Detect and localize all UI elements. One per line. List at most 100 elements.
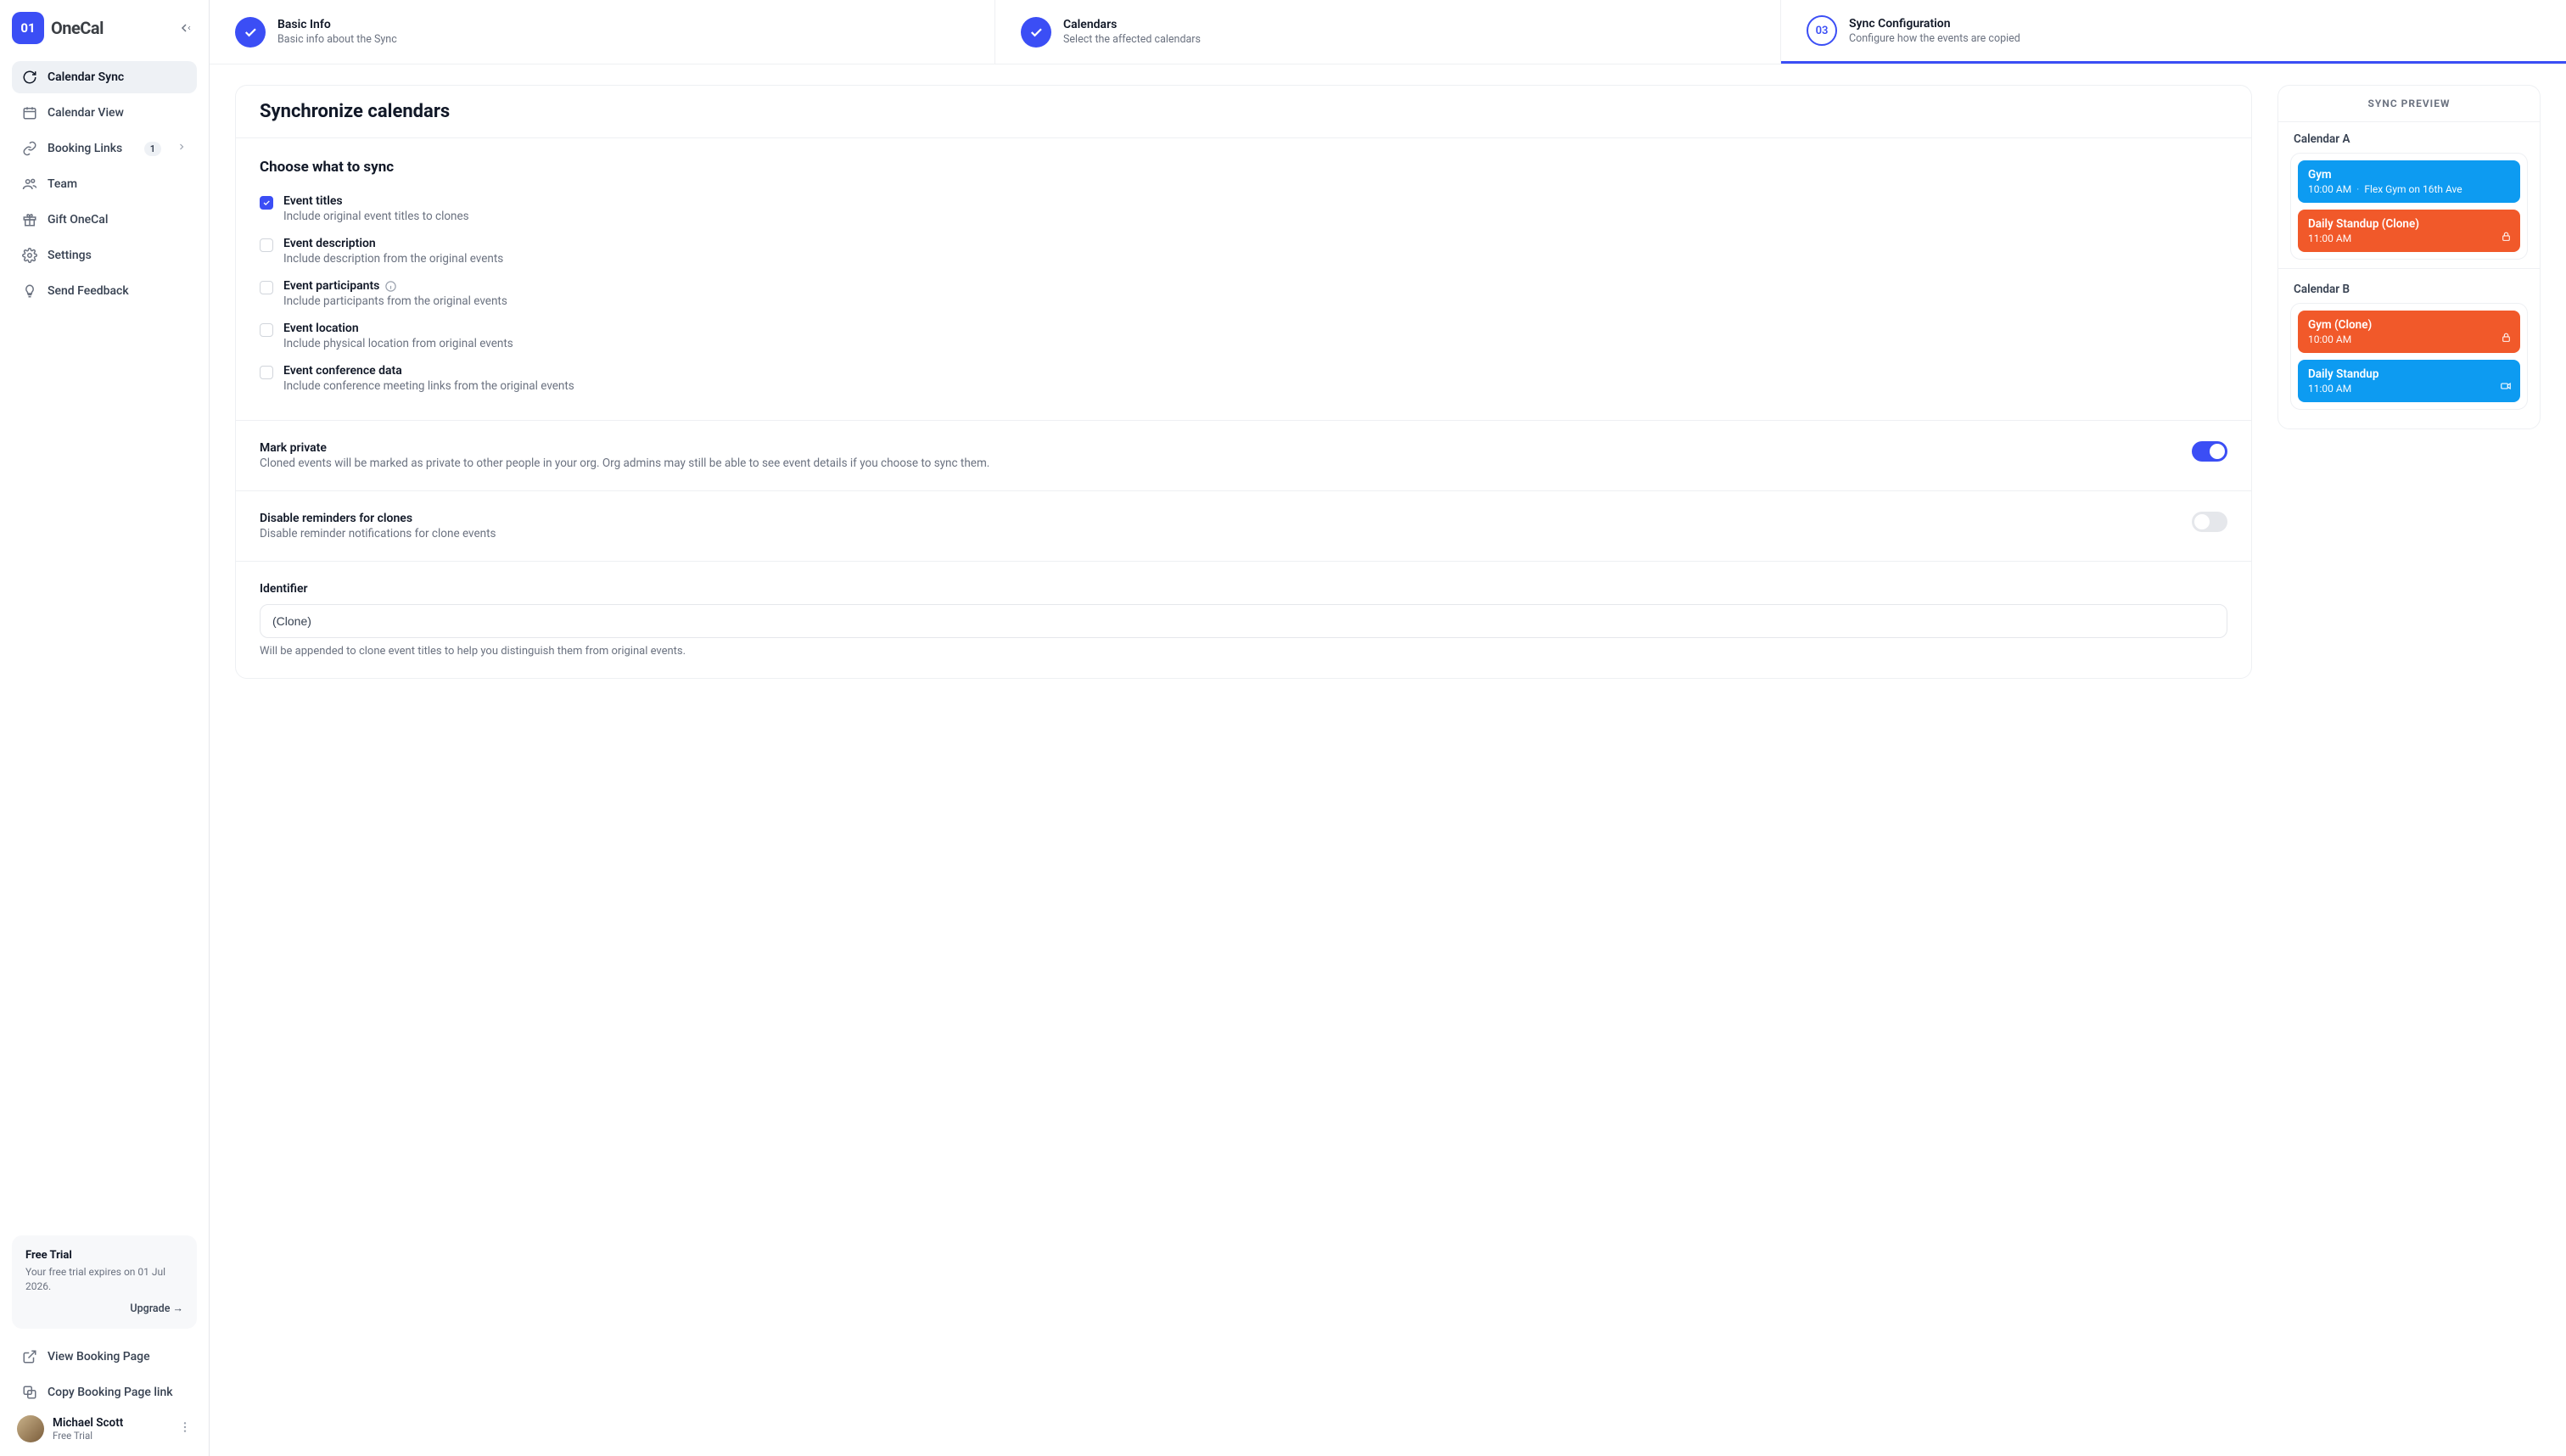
disable-reminders-toggle[interactable] [2192, 512, 2227, 532]
step-sub: Select the affected calendars [1063, 33, 1201, 46]
sidebar-item-label: Copy Booking Page link [48, 1386, 173, 1399]
step-calendars[interactable]: Calendars Select the affected calendars [995, 0, 1781, 64]
event-time: 10:00 AM [2308, 183, 2351, 195]
event-time: 10:00 AM [2308, 333, 2351, 345]
calendar-b-box: Gym (Clone) 10:00 AM Daily Standup 11:00… [2290, 303, 2528, 410]
option-label: Event titles [283, 194, 469, 208]
avatar[interactable] [17, 1415, 44, 1442]
chevron-left-icon [186, 21, 193, 35]
main: Basic Info Basic info about the Sync Cal… [210, 0, 2566, 1456]
external-link-icon [22, 1349, 37, 1364]
mark-private-sub: Cloned events will be marked as private … [260, 456, 2175, 470]
sidebar-item-booking-links[interactable]: Booking Links 1 [12, 132, 197, 165]
sidebar-item-feedback[interactable]: Send Feedback [12, 275, 197, 307]
identifier-input[interactable] [260, 604, 2227, 638]
trial-title: Free Trial [25, 1249, 183, 1262]
option-event-titles[interactable]: Event titles Include original event titl… [260, 188, 2227, 230]
section-mark-private: Mark private Cloned events will be marke… [236, 421, 2251, 491]
option-event-conference[interactable]: Event conference data Include conference… [260, 357, 2227, 400]
lock-icon [2501, 332, 2512, 346]
step-title: Sync Configuration [1849, 17, 2020, 31]
event-title: Daily Standup (Clone) [2308, 217, 2510, 231]
collapse-sidebar-button[interactable] [173, 16, 197, 40]
section-title: Choose what to sync [260, 159, 2227, 176]
team-icon [22, 176, 37, 192]
preview-event: Daily Standup (Clone) 11:00 AM [2298, 210, 2520, 252]
disable-reminders-sub: Disable reminder notifications for clone… [260, 527, 2175, 540]
checkbox[interactable] [260, 366, 273, 379]
event-time: 11:00 AM [2308, 232, 2351, 244]
event-title: Daily Standup [2308, 367, 2510, 381]
info-icon[interactable] [384, 280, 397, 293]
preview-event: Gym 10:00 AM · Flex Gym on 16th Ave [2298, 160, 2520, 203]
identifier-help: Will be appended to clone event titles t… [260, 645, 2227, 658]
calendar-icon [22, 105, 37, 120]
sidebar-item-label: Send Feedback [48, 284, 129, 298]
checkbox[interactable] [260, 196, 273, 210]
calendar-a-label: Calendar A [2278, 122, 2540, 153]
lock-icon [2501, 231, 2512, 245]
calendar-b-label: Calendar B [2278, 272, 2540, 303]
option-event-description[interactable]: Event description Include description fr… [260, 230, 2227, 272]
step-title: Basic Info [277, 18, 397, 31]
sidebar-item-label: View Booking Page [48, 1350, 150, 1364]
option-event-participants[interactable]: Event participants Include participants … [260, 272, 2227, 315]
sidebar-item-view-booking-page[interactable]: View Booking Page [12, 1341, 197, 1373]
brand[interactable]: 01 OneCal [12, 12, 104, 44]
user-row: Michael Scott Free Trial [12, 1408, 197, 1444]
step-sub: Basic info about the Sync [277, 33, 397, 46]
sidebar-item-copy-booking-link[interactable]: Copy Booking Page link [12, 1376, 197, 1408]
more-vertical-icon [178, 1420, 192, 1434]
check-icon [235, 17, 266, 48]
sidebar-item-label: Settings [48, 249, 92, 262]
sync-settings-panel: Synchronize calendars Choose what to syn… [235, 85, 2252, 679]
sidebar: 01 OneCal Calendar Sync Calendar View Bo… [0, 0, 210, 1456]
stepper: Basic Info Basic info about the Sync Cal… [210, 0, 2566, 64]
sidebar-item-calendar-sync[interactable]: Calendar Sync [12, 61, 197, 93]
sidebar-item-calendar-view[interactable]: Calendar View [12, 97, 197, 129]
chevron-right-icon [176, 142, 187, 155]
calendar-a-box: Gym 10:00 AM · Flex Gym on 16th Ave Dail… [2290, 153, 2528, 260]
sidebar-item-label: Team [48, 177, 77, 191]
step-sync-configuration[interactable]: 03 Sync Configuration Configure how the … [1781, 0, 2566, 64]
upgrade-link[interactable]: Upgrade → [25, 1302, 183, 1315]
disable-reminders-title: Disable reminders for clones [260, 512, 2175, 525]
event-location: Flex Gym on 16th Ave [2364, 183, 2462, 195]
event-title: Gym (Clone) [2308, 318, 2510, 332]
gift-icon [22, 212, 37, 227]
sidebar-item-label: Gift OneCal [48, 213, 108, 227]
checkbox[interactable] [260, 323, 273, 337]
sidebar-item-label: Booking Links [48, 142, 122, 155]
sidebar-item-gift[interactable]: Gift OneCal [12, 204, 197, 236]
sync-preview-panel: SYNC PREVIEW Calendar A Gym 10:00 AM · F… [2277, 85, 2541, 429]
sidebar-item-label: Calendar View [48, 106, 124, 120]
option-sub: Include physical location from original … [283, 337, 513, 350]
logo-text: OneCal [51, 18, 104, 38]
video-icon [2500, 380, 2512, 395]
preview-event: Gym (Clone) 10:00 AM [2298, 311, 2520, 353]
sidebar-item-label: Calendar Sync [48, 70, 124, 84]
option-sub: Include participants from the original e… [283, 294, 507, 308]
copy-icon [22, 1385, 37, 1400]
option-label: Event participants [283, 279, 507, 293]
option-sub: Include conference meeting links from th… [283, 379, 574, 393]
user-menu-button[interactable] [178, 1420, 192, 1437]
panel-title: Synchronize calendars [236, 86, 2251, 138]
event-title: Gym [2308, 168, 2510, 182]
checkbox[interactable] [260, 281, 273, 294]
trial-text: Your free trial expires on 01 Jul 2026. [25, 1265, 183, 1294]
check-icon [1021, 17, 1051, 48]
option-label: Event location [283, 322, 513, 335]
option-sub: Include original event titles to clones [283, 210, 469, 223]
section-identifier: Identifier Will be appended to clone eve… [236, 562, 2251, 678]
checkbox[interactable] [260, 238, 273, 252]
mark-private-toggle[interactable] [2192, 441, 2227, 462]
booking-links-badge: 1 [144, 142, 161, 156]
sidebar-item-settings[interactable]: Settings [12, 239, 197, 272]
step-basic-info[interactable]: Basic Info Basic info about the Sync [210, 0, 995, 64]
link-icon [22, 141, 37, 156]
section-choose-what-to-sync: Choose what to sync Event titles Include… [236, 138, 2251, 421]
logo-mark: 01 [12, 12, 44, 44]
sidebar-item-team[interactable]: Team [12, 168, 197, 200]
option-event-location[interactable]: Event location Include physical location… [260, 315, 2227, 357]
